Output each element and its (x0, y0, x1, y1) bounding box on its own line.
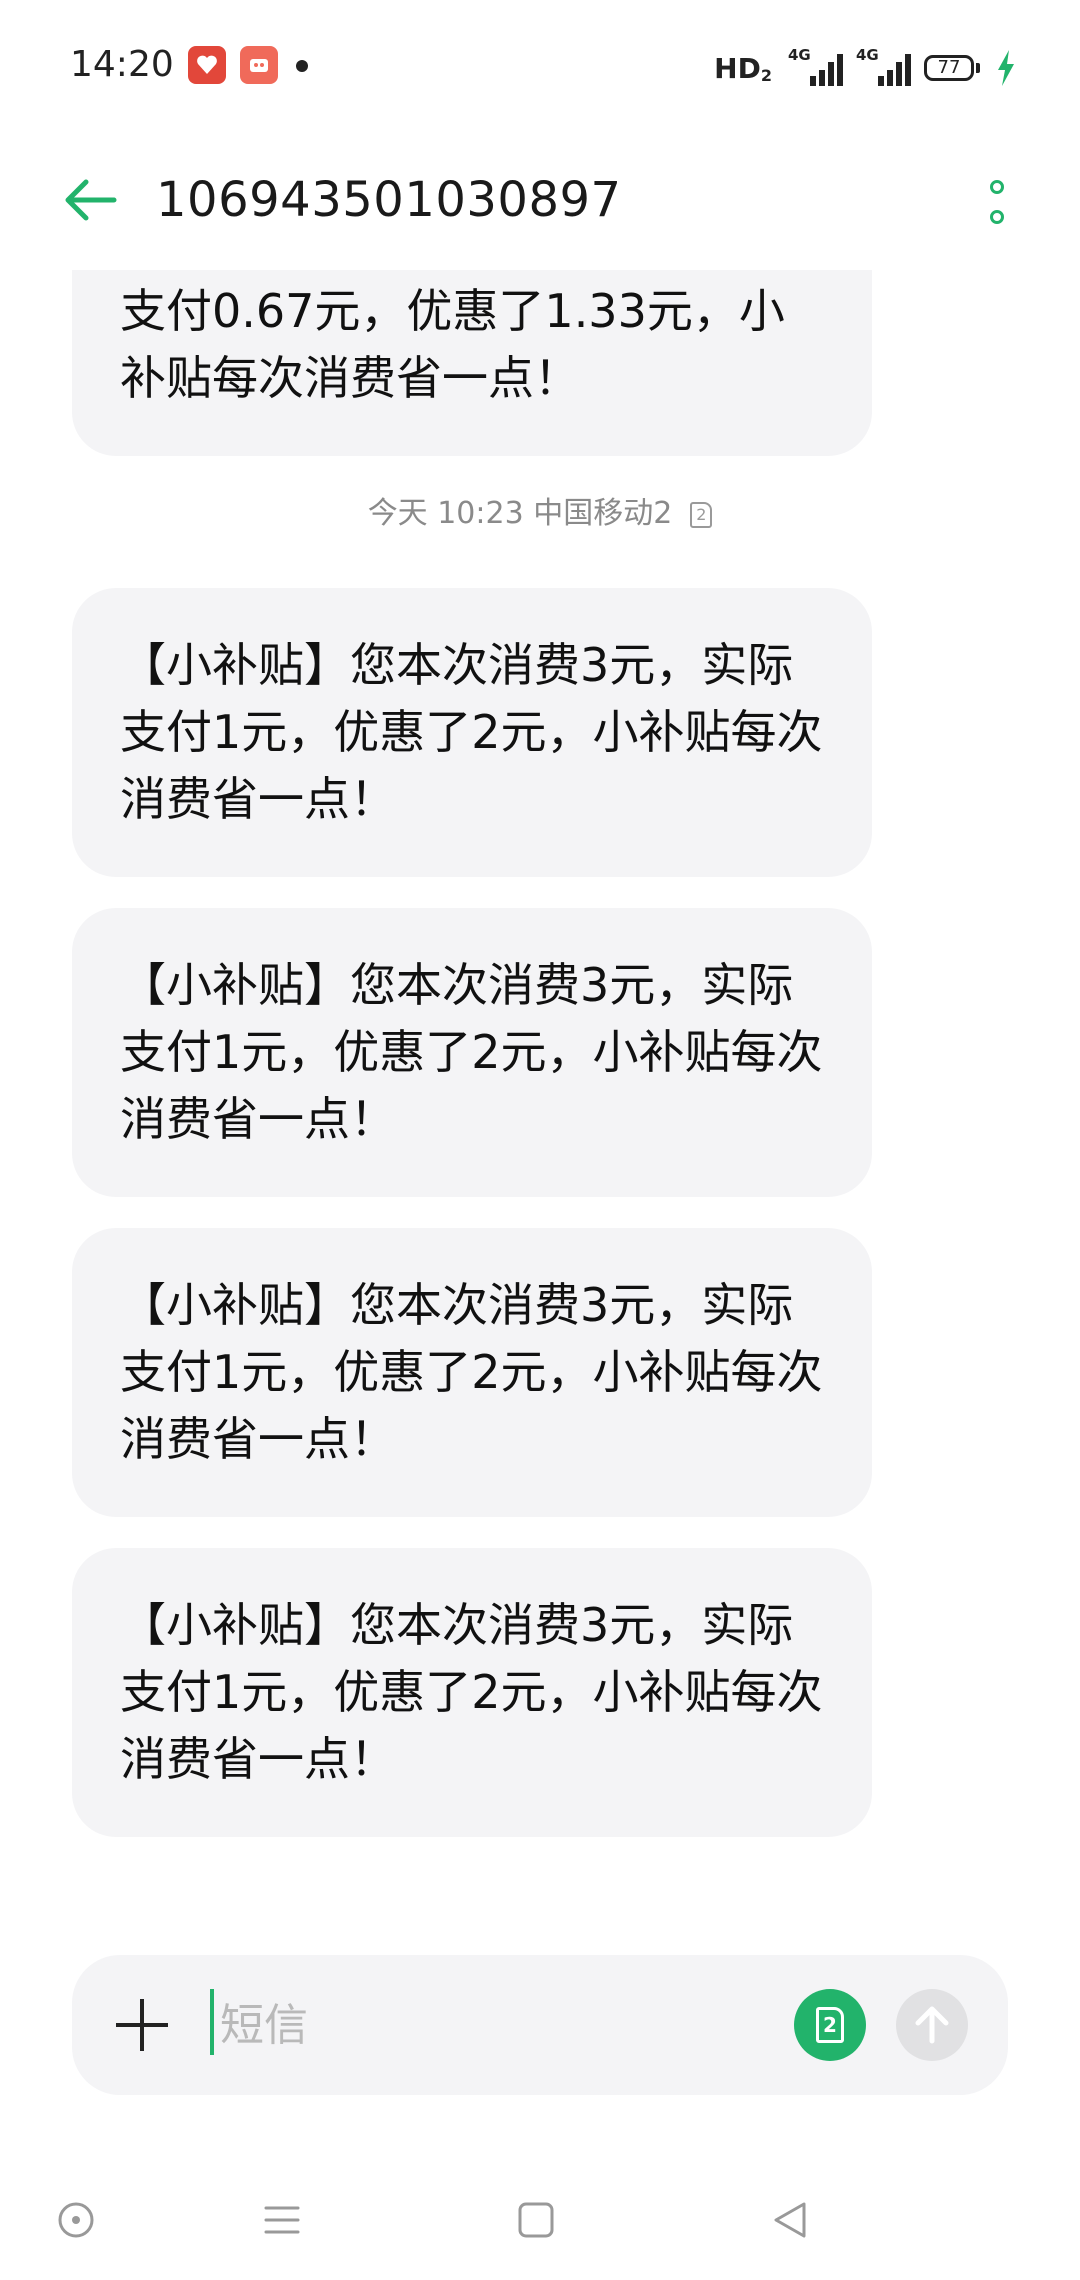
circle-dot-icon (58, 2202, 94, 2238)
message-bubble[interactable]: 支付0.67元，优惠了1.33元，小补贴每次消费省一点！ (72, 270, 872, 456)
conversation-header: 106943501030897 (0, 130, 1080, 270)
back-nav-button[interactable] (770, 2200, 810, 2240)
more-notifications-dot (296, 60, 308, 72)
battery-icon: 77 (924, 55, 974, 81)
sim-select-button[interactable]: 2 (794, 1989, 866, 2061)
more-dot-icon (990, 210, 1004, 224)
back-triangle-icon (774, 2202, 806, 2238)
message-bubble[interactable]: 【小补贴】您本次消费3元，实际支付1元，优惠了2元，小补贴每次消费省一点！ (72, 1228, 872, 1517)
assistant-button[interactable] (56, 2200, 96, 2240)
messaging-screen: 14:20 HD2 4G 4G 77 106943501030897 支付0.6… (0, 0, 1080, 2280)
signal-4g-icon: 4G (788, 46, 843, 86)
sim-card-icon: 2 (816, 2007, 844, 2043)
text-caret (210, 1989, 214, 2055)
hd-icon: HD2 (714, 51, 772, 85)
sim-card-icon: 2 (690, 501, 713, 528)
more-dot-icon (990, 180, 1004, 194)
more-options-button[interactable] (968, 166, 1028, 238)
send-button[interactable] (896, 1989, 968, 2061)
status-bar: 14:20 HD2 4G 4G 77 (0, 0, 1080, 130)
home-square-icon (518, 2202, 554, 2238)
home-button[interactable] (516, 2200, 556, 2240)
message-bubble[interactable]: 【小补贴】您本次消费3元，实际支付1元，优惠了2元，小补贴每次消费省一点！ (72, 908, 872, 1197)
status-indicators: HD2 4G 4G 77 (714, 46, 1016, 88)
compose-bar: 2 (72, 1955, 1008, 2095)
back-button[interactable] (60, 170, 120, 230)
conversation-title: 106943501030897 (156, 172, 622, 228)
message-bubble[interactable]: 【小补贴】您本次消费3元，实际支付1元，优惠了2元，小补贴每次消费省一点！ (72, 588, 872, 877)
message-input[interactable] (210, 1989, 800, 2061)
message-bubble[interactable]: 【小补贴】您本次消费3元，实际支付1元，优惠了2元，小补贴每次消费省一点！ (72, 1548, 872, 1837)
send-arrow-icon (915, 2006, 949, 2044)
menu-icon (264, 2206, 300, 2234)
battery-tip (976, 63, 980, 73)
app-notification-icon (188, 46, 226, 84)
add-attachment-button[interactable] (112, 1995, 172, 2055)
message-timestamp: 今天 10:23 中国移动2 2 (0, 488, 1080, 532)
app-notification-icon (240, 46, 278, 84)
message-list[interactable]: 支付0.67元，优惠了1.33元，小补贴每次消费省一点！ 今天 10:23 中国… (0, 270, 1080, 1930)
status-time: 14:20 (70, 44, 174, 85)
menu-button[interactable] (262, 2200, 302, 2240)
system-navigation-bar (0, 2160, 1080, 2280)
back-arrow-icon (65, 179, 117, 221)
signal-4g-icon: 4G (856, 46, 911, 86)
charging-icon (998, 50, 1014, 86)
